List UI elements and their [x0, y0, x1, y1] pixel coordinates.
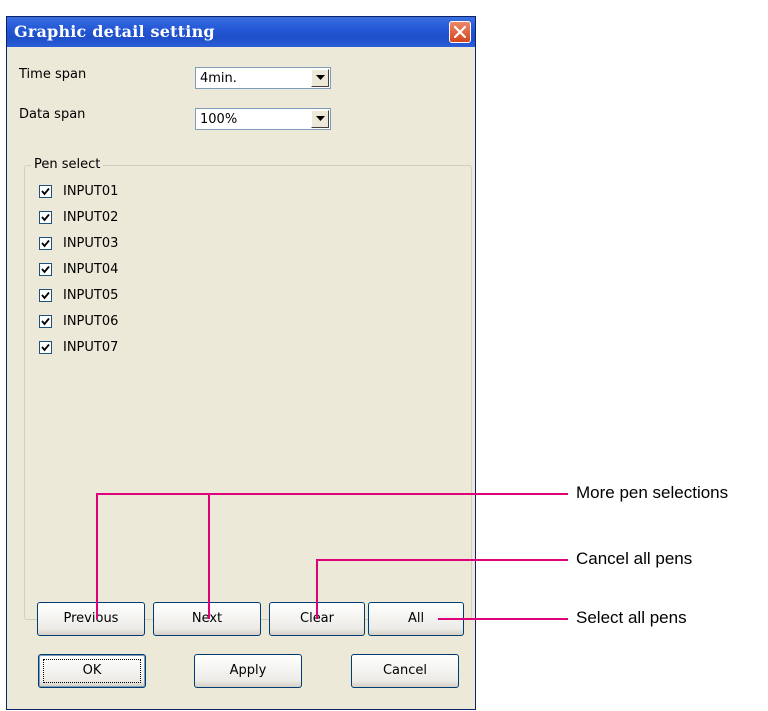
callout-line-previous: [96, 493, 98, 619]
time-span-select[interactable]: 4min.: [195, 67, 331, 89]
callout-cancel-all: Cancel all pens: [576, 549, 693, 568]
pen-select-group: Pen select INPUT01 INPUT02 INPUT03 INPUT…: [24, 157, 472, 620]
graphic-detail-dialog: Graphic detail setting Time span 4min. D…: [6, 16, 476, 710]
callout-line-next: [208, 493, 210, 619]
data-span-label: Data span: [19, 107, 86, 122]
title-bar[interactable]: Graphic detail setting: [7, 17, 475, 47]
close-icon: [454, 26, 466, 38]
time-span-label: Time span: [19, 67, 87, 82]
check-icon: [41, 213, 50, 222]
ok-button[interactable]: OK: [38, 654, 146, 688]
pen-label: INPUT06: [63, 314, 119, 329]
callout-line-select-all: [438, 618, 568, 620]
pen-label: INPUT01: [63, 184, 119, 199]
callout-line-cancel-all: [316, 559, 568, 561]
check-icon: [41, 317, 50, 326]
checkbox[interactable]: [39, 341, 52, 354]
pen-label: INPUT02: [63, 210, 119, 225]
callout-more-pens: More pen selections: [576, 483, 729, 502]
time-span-dropdown-button[interactable]: [311, 69, 329, 87]
callout-select-all: Select all pens: [576, 608, 687, 627]
pen-label: INPUT07: [63, 340, 119, 355]
time-span-value: 4min.: [200, 71, 237, 86]
cancel-button-label: Cancel: [382, 663, 428, 678]
data-span-dropdown-button[interactable]: [311, 110, 329, 128]
check-icon: [41, 291, 50, 300]
pen-label: INPUT04: [63, 262, 119, 277]
chevron-down-icon: [316, 75, 325, 80]
data-span-select[interactable]: 100%: [195, 108, 331, 130]
cancel-button[interactable]: Cancel: [351, 654, 459, 688]
apply-button-label: Apply: [229, 663, 267, 678]
previous-button-label: Previous: [63, 611, 119, 626]
ok-button-label: OK: [82, 663, 102, 678]
pen-label: INPUT05: [63, 288, 119, 303]
pen-select-title: Pen select: [31, 157, 104, 172]
check-icon: [41, 265, 50, 274]
data-span-value: 100%: [200, 112, 238, 127]
apply-button[interactable]: Apply: [194, 654, 302, 688]
pen-label: INPUT03: [63, 236, 119, 251]
checkbox[interactable]: [39, 289, 52, 302]
check-icon: [41, 187, 50, 196]
dialog-title: Graphic detail setting: [14, 22, 215, 41]
all-button-label: All: [407, 611, 425, 626]
check-icon: [41, 239, 50, 248]
previous-button[interactable]: Previous: [37, 602, 145, 636]
checkbox[interactable]: [39, 211, 52, 224]
checkbox[interactable]: [39, 185, 52, 198]
checkbox[interactable]: [39, 263, 52, 276]
callout-line-more-pens: [96, 493, 568, 495]
checkbox[interactable]: [39, 237, 52, 250]
next-button[interactable]: Next: [153, 602, 261, 636]
checkbox[interactable]: [39, 315, 52, 328]
check-icon: [41, 343, 50, 352]
next-button-label: Next: [191, 611, 223, 626]
close-button[interactable]: [449, 21, 471, 43]
chevron-down-icon: [316, 116, 325, 121]
callout-line-clear: [316, 559, 318, 619]
